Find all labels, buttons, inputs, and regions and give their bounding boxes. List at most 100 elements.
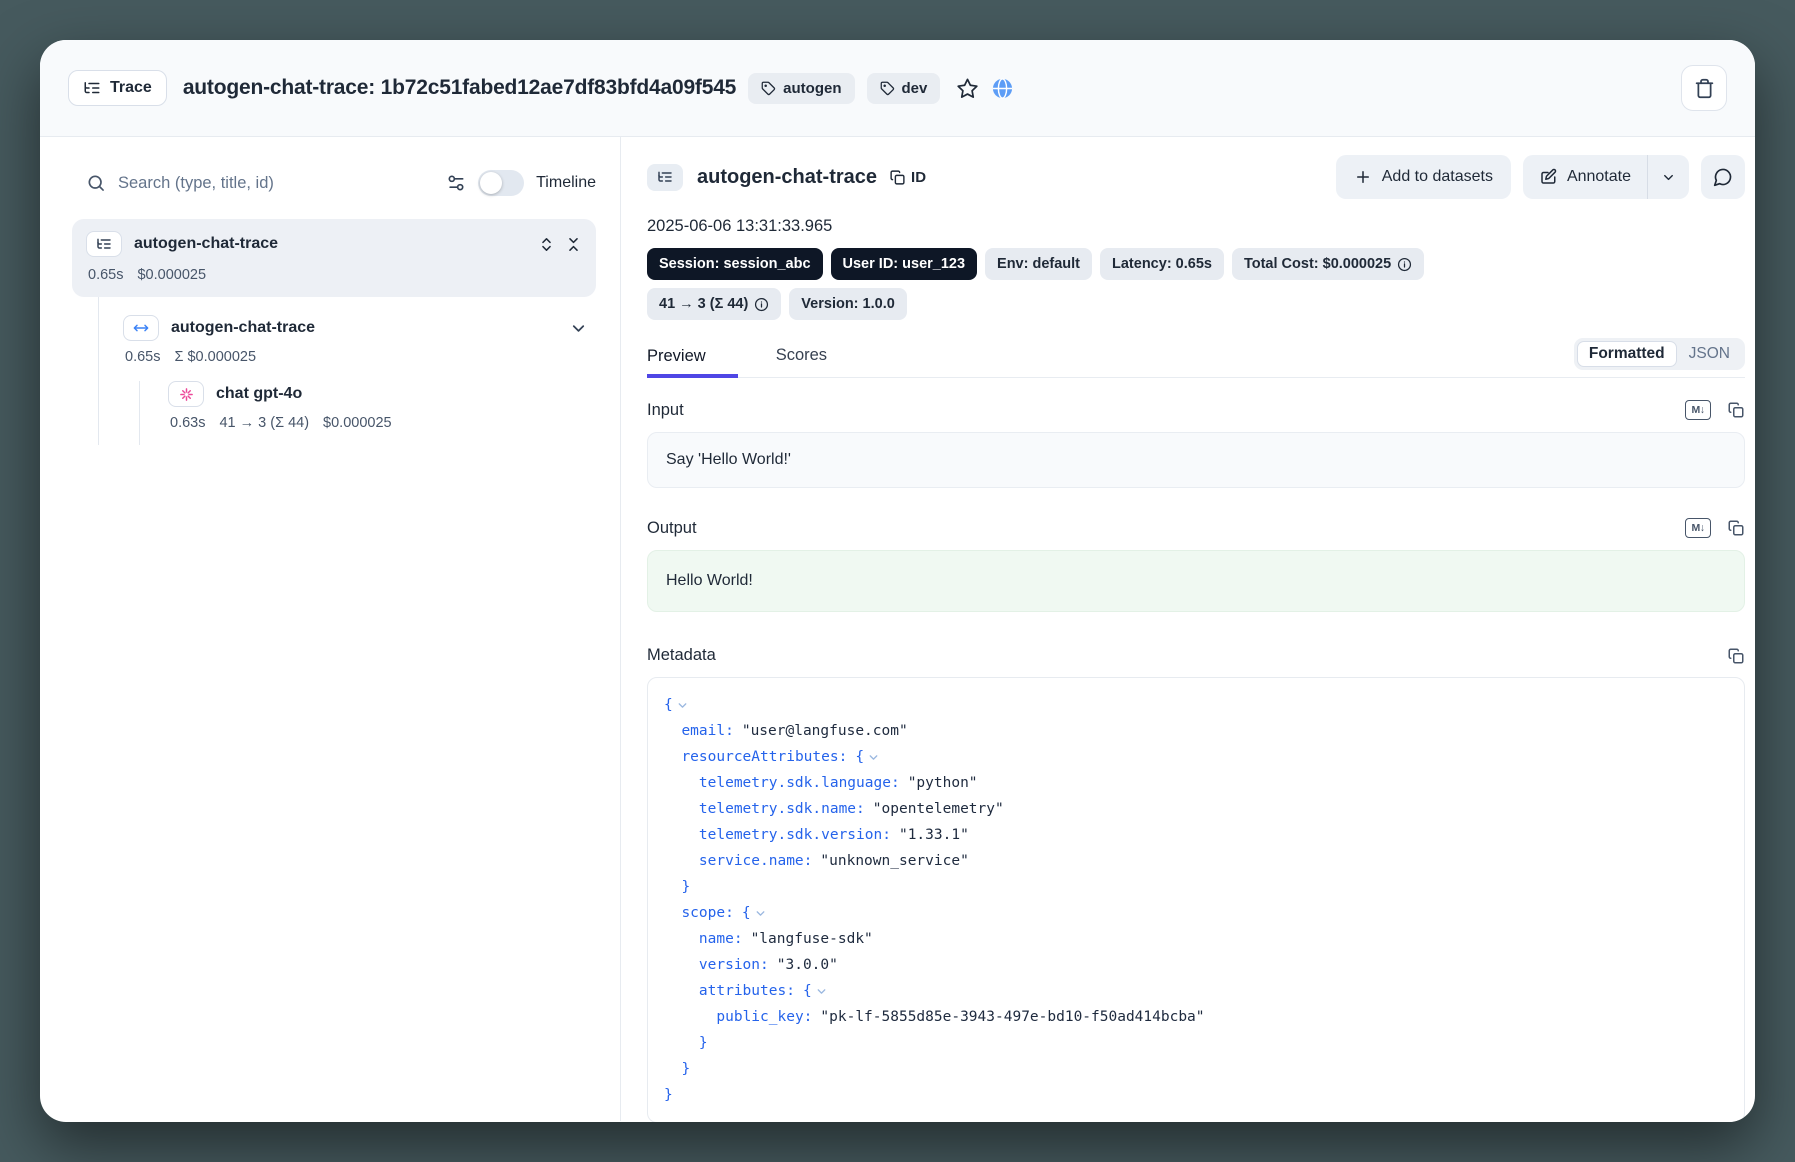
output-section-label: Output (647, 519, 697, 538)
chevron-down-icon (569, 319, 588, 338)
id-label: ID (911, 169, 926, 186)
pen-square-icon (1539, 168, 1557, 186)
tag-icon (761, 81, 776, 96)
json-line: name:"langfuse-sdk" (664, 926, 1728, 952)
tag-pill-dev[interactable]: dev (867, 73, 941, 104)
json-line: attributes:{ (664, 978, 1728, 1004)
node-cost: Σ $0.000025 (174, 349, 256, 365)
trace-badge-label: Trace (110, 79, 152, 97)
preview-tabs: Preview Scores Formatted JSON (647, 336, 1745, 378)
copy-icon (1727, 401, 1745, 419)
copy-id-button[interactable]: ID (889, 169, 926, 186)
json-line: telemetry.sdk.name:"opentelemetry" (664, 796, 1728, 822)
node-duration: 0.63s (170, 415, 205, 431)
detail-header: autogen-chat-trace ID Add to datasets (647, 155, 1745, 199)
tree-node-generation[interactable]: chat gpt-4o 0.63s 41 → 3 (Σ 44) $0.00002… (168, 381, 596, 431)
collapse-all-button[interactable] (565, 236, 582, 253)
comment-bubble-icon (1713, 167, 1733, 187)
toggle-knob (480, 172, 502, 194)
add-to-datasets-button[interactable]: Add to datasets (1336, 155, 1511, 199)
tree-node-span[interactable]: autogen-chat-trace 0.65s Σ $0.000025 (123, 297, 596, 445)
output-section-head: Output M↓ (647, 518, 1745, 538)
input-section-label: Input (647, 401, 684, 420)
json-line: resourceAttributes:{ (664, 744, 1728, 770)
badge-row-1: Session: session_abc User ID: user_123 E… (647, 248, 1745, 280)
tree-node-label: chat gpt-4o (216, 385, 302, 403)
chevrons-down-up-icon (565, 236, 582, 253)
input-content: Say 'Hello World!' (647, 432, 1745, 488)
timeline-toggle[interactable] (478, 170, 524, 196)
copy-icon (889, 169, 906, 186)
info-icon[interactable] (754, 297, 769, 312)
json-line: telemetry.sdk.version:"1.33.1" (664, 822, 1728, 848)
tree-search-row: Timeline (72, 163, 596, 203)
total-cost-label: Total Cost: $0.000025 (1244, 256, 1391, 272)
tree-filter-settings-button[interactable] (446, 173, 466, 193)
page-title: autogen-chat-trace: 1b72c51fabed12ae7df8… (183, 76, 736, 100)
search-input[interactable] (118, 174, 434, 193)
copy-metadata-button[interactable] (1727, 647, 1745, 665)
markdown-toggle-icon[interactable]: M↓ (1685, 400, 1711, 420)
delete-trace-button[interactable] (1681, 65, 1727, 111)
detail-title: autogen-chat-trace (697, 166, 877, 189)
tab-preview[interactable]: Preview (647, 336, 738, 378)
json-line: } (664, 1056, 1728, 1082)
markdown-toggle-icon[interactable]: M↓ (1685, 518, 1711, 538)
comments-button[interactable] (1701, 155, 1745, 199)
user-badge[interactable]: User ID: user_123 (831, 248, 978, 280)
format-toggle-formatted[interactable]: Formatted (1577, 341, 1677, 367)
expand-all-button[interactable] (538, 236, 555, 253)
trace-detail-panel: autogen-chat-trace ID Add to datasets (621, 137, 1755, 1121)
collapse-chevron-icon[interactable] (676, 699, 689, 712)
tag-label: dev (902, 80, 928, 97)
collapse-node-button[interactable] (569, 319, 588, 338)
tree-node-label: autogen-chat-trace (171, 319, 315, 337)
tag-icon (880, 81, 895, 96)
list-tree-icon (647, 164, 683, 191)
session-badge[interactable]: Session: session_abc (647, 248, 823, 280)
annotate-button[interactable]: Annotate (1523, 155, 1647, 199)
annotate-label: Annotate (1567, 168, 1631, 186)
annotate-dropdown-button[interactable] (1648, 155, 1689, 199)
input-section-head: Input M↓ (647, 400, 1745, 420)
collapse-chevron-icon[interactable] (867, 751, 880, 764)
info-icon[interactable] (1397, 257, 1412, 272)
node-duration: 0.65s (125, 349, 160, 365)
copy-icon (1727, 647, 1745, 665)
version-badge: Version: 1.0.0 (789, 288, 907, 320)
star-icon (956, 77, 979, 100)
tree-node-trace-root[interactable]: autogen-chat-trace (72, 219, 596, 297)
tab-scores[interactable]: Scores (776, 336, 827, 377)
timeline-toggle-label: Timeline (536, 174, 596, 192)
plus-icon (1354, 168, 1372, 186)
tree-node-label: autogen-chat-trace (134, 235, 278, 253)
trace-tree-sidebar: Timeline autogen-chat-trace (40, 137, 621, 1121)
json-line: telemetry.sdk.language:"python" (664, 770, 1728, 796)
trace-type-badge: Trace (68, 70, 167, 106)
collapse-chevron-icon[interactable] (815, 985, 828, 998)
total-cost-badge: Total Cost: $0.000025 (1232, 248, 1424, 280)
format-toggle: Formatted JSON (1574, 338, 1745, 370)
window-header: Trace autogen-chat-trace: 1b72c51fabed12… (40, 40, 1755, 137)
bookmark-star-button[interactable] (956, 77, 979, 100)
token-usage-badge: 41 → 3 (Σ 44) (647, 288, 781, 320)
copy-output-button[interactable] (1727, 519, 1745, 537)
token-usage-label: 41 → 3 (Σ 44) (659, 296, 748, 312)
collapse-chevron-icon[interactable] (754, 907, 767, 920)
chevron-down-icon (1661, 170, 1676, 185)
trace-detail-window: Trace autogen-chat-trace: 1b72c51fabed12… (40, 40, 1755, 1122)
tree-children: autogen-chat-trace 0.65s Σ $0.000025 (98, 297, 596, 445)
public-share-button[interactable] (991, 77, 1014, 100)
list-tree-icon (86, 231, 122, 257)
add-to-datasets-label: Add to datasets (1382, 168, 1493, 186)
tree-children: chat gpt-4o 0.63s 41 → 3 (Σ 44) $0.00002… (139, 381, 596, 445)
metadata-section-label: Metadata (647, 646, 716, 665)
chevrons-up-down-icon (538, 236, 555, 253)
copy-input-button[interactable] (1727, 401, 1745, 419)
node-cost: $0.000025 (323, 415, 392, 431)
format-toggle-json[interactable]: JSON (1677, 341, 1742, 367)
tag-pill-autogen[interactable]: autogen (748, 73, 854, 104)
search-icon (86, 173, 106, 193)
json-line: email:"user@langfuse.com" (664, 718, 1728, 744)
env-badge: Env: default (985, 248, 1092, 280)
